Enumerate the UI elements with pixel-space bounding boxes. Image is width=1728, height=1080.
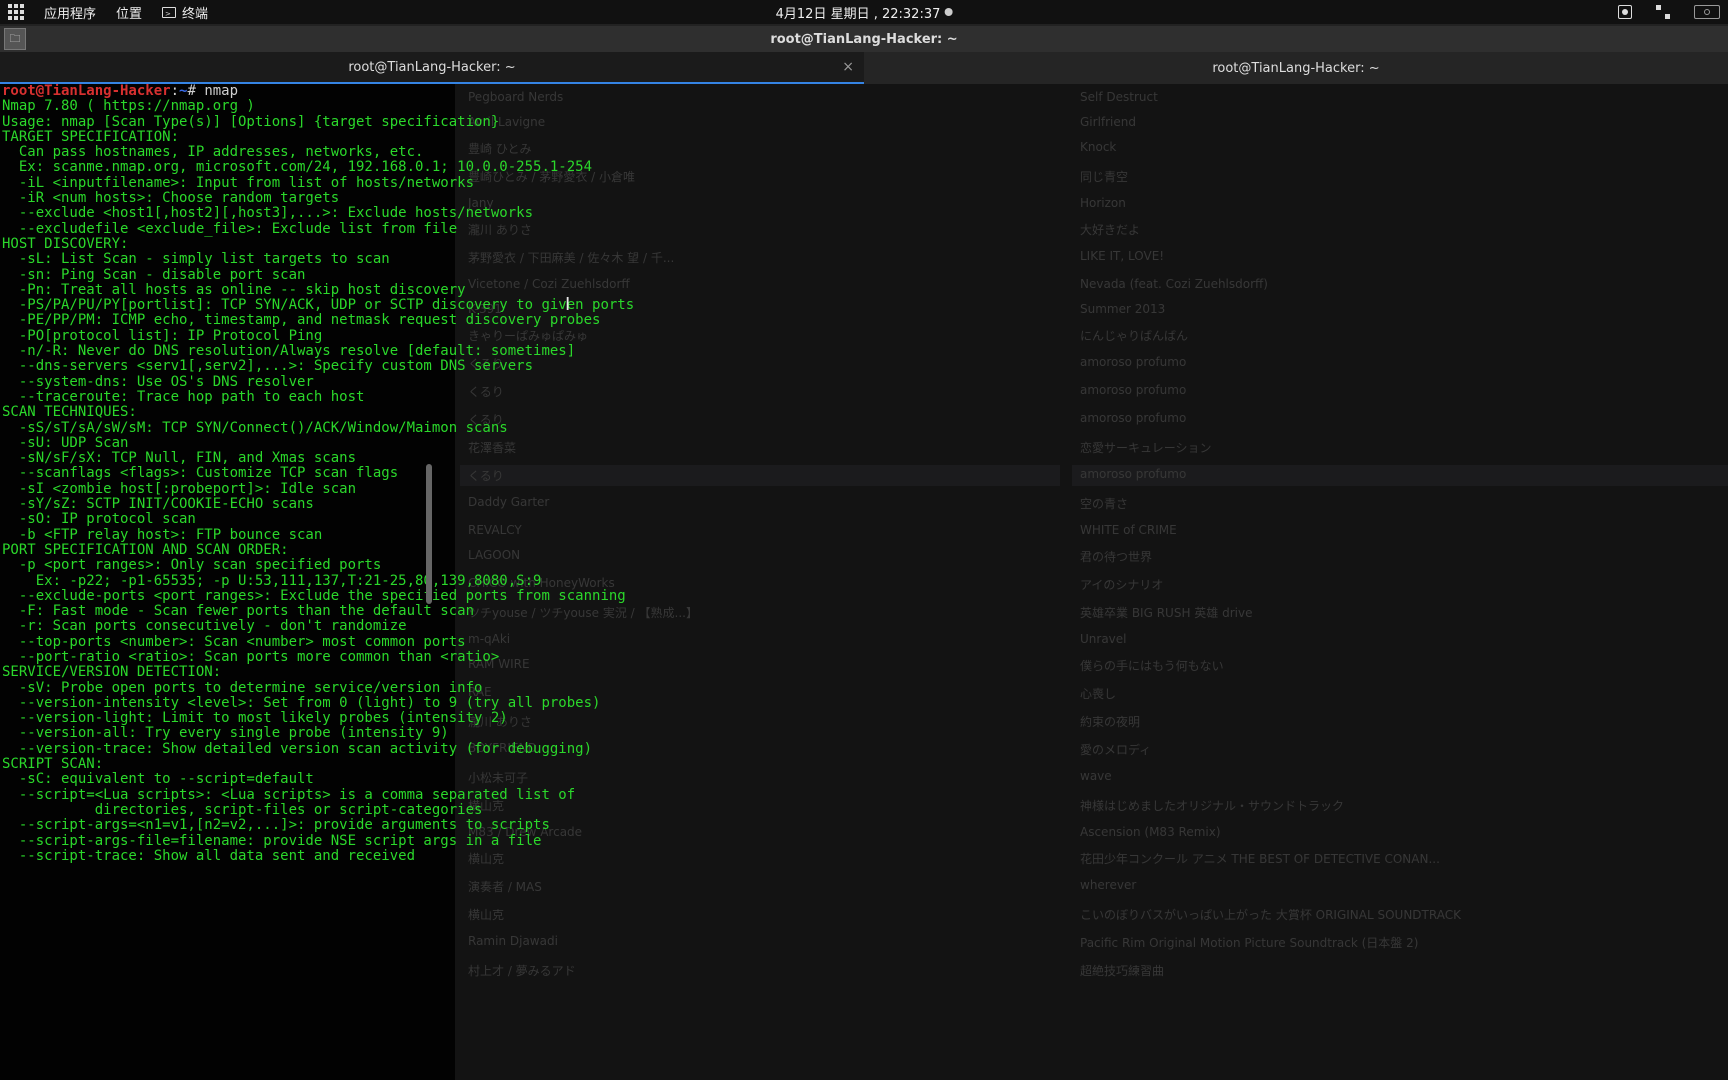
window-title: root@TianLang-Hacker: ~ [770,32,957,47]
applications-menu[interactable]: 应用程序 [44,3,96,22]
screenshot-icon[interactable] [1618,5,1632,19]
dock: 🗀 [4,28,26,50]
terminal-tab-0[interactable]: root@TianLang-Hacker: ~ × [0,52,864,84]
notification-dot-icon [944,8,952,16]
network-icon[interactable] [1656,5,1670,19]
terminal-output[interactable]: root@TianLang-Hacker:~# nmap Nmap 7.80 (… [2,84,1728,1080]
places-menu[interactable]: 位置 [116,3,142,22]
terminal-tab-1[interactable]: root@TianLang-Hacker: ~ [864,52,1728,84]
files-icon[interactable]: 🗀 [4,28,26,50]
terminal-window: root@TianLang-Hacker: ~ root@TianLang-Ha… [0,26,1728,1080]
window-titlebar[interactable]: root@TianLang-Hacker: ~ [0,26,1728,52]
clock[interactable]: 4月12日 星期日 , 22:32:37 [776,3,941,22]
terminal-menu-icon[interactable]: >_ 终端 [162,3,208,22]
system-topbar: 应用程序 位置 >_ 终端 4月12日 星期日 , 22:32:37 [0,0,1728,24]
close-icon[interactable]: × [842,59,854,75]
scrollbar-thumb[interactable] [426,464,432,604]
power-menu-icon[interactable] [1694,5,1720,19]
activities-icon[interactable] [8,4,24,20]
terminal-body[interactable]: root@TianLang-Hacker:~# nmap Nmap 7.80 (… [0,84,1728,1080]
terminal-tabs: root@TianLang-Hacker: ~ × root@TianLang-… [0,52,1728,84]
